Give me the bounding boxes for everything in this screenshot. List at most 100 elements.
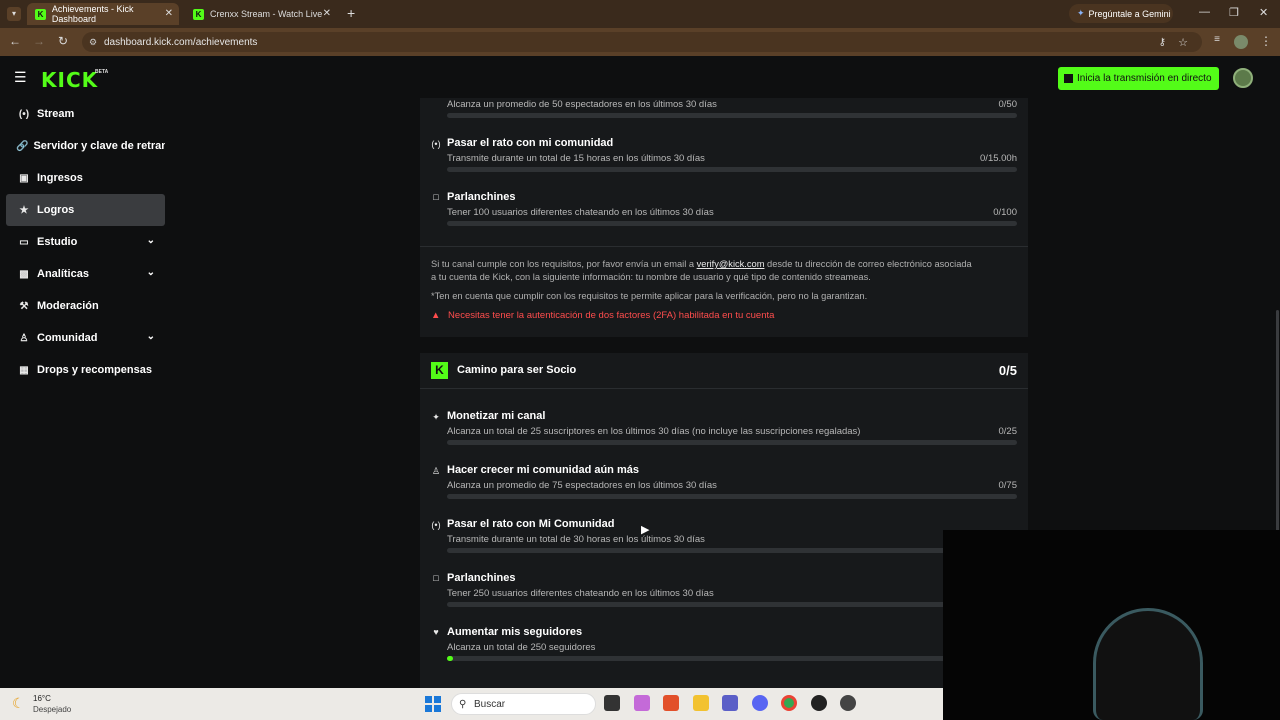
playlist-icon[interactable]: ≡ bbox=[1209, 34, 1225, 45]
sparkle-icon: ✦ bbox=[432, 412, 440, 422]
browser-tab-achievements[interactable]: K Achievements - Kick Dashboard ✕ bbox=[27, 3, 179, 25]
tab-title: Crenxx Stream - Watch Live on bbox=[210, 9, 322, 19]
mouse-cursor-icon: ▶ bbox=[641, 524, 650, 536]
sidebar-item-income[interactable]: ▣ Ingresos bbox=[6, 162, 165, 194]
back-icon[interactable]: ← bbox=[7, 34, 23, 48]
requirement-title: Monetizar mi canal bbox=[447, 410, 546, 422]
gemini-button[interactable]: ✦ Pregúntale a Gemini bbox=[1069, 4, 1173, 23]
sidebar-item-server-key[interactable]: 🔗 Servidor y clave de retrans bbox=[6, 130, 165, 162]
kick-favicon-icon: K bbox=[35, 8, 46, 20]
webcam-overlay bbox=[943, 530, 1280, 720]
requirement-value: 0/25 bbox=[998, 426, 1018, 437]
windows-start-icon[interactable] bbox=[425, 696, 441, 712]
chevron-down-icon[interactable]: ⌄ bbox=[147, 235, 155, 246]
hamburger-menu-icon[interactable]: ☰ bbox=[14, 69, 27, 86]
restore-icon[interactable]: ❐ bbox=[1229, 6, 1239, 19]
weather-moon-icon[interactable]: ☾ bbox=[12, 695, 25, 712]
browser-menu-icon[interactable]: ⋮ bbox=[1258, 34, 1274, 48]
requirement-description: Alcanza un promedio de 75 espectadores e… bbox=[447, 480, 717, 491]
weather-temp[interactable]: 16°C bbox=[33, 694, 51, 703]
weather-condition[interactable]: Despejado bbox=[33, 705, 71, 714]
forward-icon[interactable]: → bbox=[31, 34, 47, 48]
search-placeholder: Buscar bbox=[474, 698, 506, 710]
gift-icon: ▦ bbox=[19, 364, 29, 376]
twofa-warning: ▲ Necesitas tener la autenticación de do… bbox=[431, 310, 774, 321]
obs-icon[interactable] bbox=[811, 695, 827, 711]
profile-avatar[interactable] bbox=[1234, 35, 1248, 49]
note-text: desde tu dirección de correo electrónico… bbox=[767, 259, 972, 269]
community-icon: ♙ bbox=[19, 332, 29, 344]
password-key-icon[interactable]: ⚷ bbox=[1159, 37, 1166, 48]
requirement-description: Transmite durante un total de 15 horas e… bbox=[447, 153, 705, 164]
new-tab-button[interactable]: + bbox=[347, 5, 355, 21]
kick-badge-icon: K bbox=[431, 362, 448, 379]
divider bbox=[420, 246, 1028, 247]
site-info-icon[interactable]: ⚙ bbox=[89, 37, 97, 48]
minimize-icon[interactable]: — bbox=[1199, 6, 1210, 18]
sidebar-item-moderation[interactable]: ⚒ Moderación bbox=[6, 290, 165, 322]
bookmark-star-icon[interactable]: ☆ bbox=[1178, 36, 1188, 49]
broadcast-icon: (•) bbox=[431, 139, 441, 149]
progress-bar bbox=[447, 494, 1017, 499]
sidebar-item-stream[interactable]: (•) Stream bbox=[6, 98, 165, 130]
community-icon: ♙ bbox=[431, 466, 441, 476]
warning-text: Necesitas tener la autenticación de dos … bbox=[448, 310, 775, 321]
progress-bar bbox=[447, 656, 1017, 661]
requirement-description: Alcanza un total de 250 seguidores bbox=[447, 642, 596, 653]
warning-icon: ▲ bbox=[431, 310, 441, 321]
progress-bar bbox=[447, 548, 1017, 553]
browser-tab-stream[interactable]: K Crenxx Stream - Watch Live on ✕ bbox=[185, 3, 337, 25]
sidebar-item-studio[interactable]: ▭ Estudio ⌄ bbox=[6, 226, 165, 258]
go-live-button[interactable]: Inicia la transmisión en directo bbox=[1058, 67, 1219, 90]
file-explorer-icon[interactable] bbox=[693, 695, 709, 711]
close-tab-icon[interactable]: ✕ bbox=[165, 8, 173, 19]
verify-email-link[interactable]: verify@kick.com bbox=[697, 259, 765, 269]
progress-bar bbox=[447, 221, 1017, 226]
sidebar-item-label: Comunidad bbox=[37, 332, 98, 344]
requirement-title: Parlanchines bbox=[447, 572, 516, 584]
user-avatar[interactable] bbox=[1233, 68, 1253, 88]
sidebar-item-achievements[interactable]: ★ Logros bbox=[6, 194, 165, 226]
requirement-description: Alcanza un total de 25 suscriptores en l… bbox=[447, 426, 861, 437]
kick-logo[interactable]: KICK bbox=[41, 68, 98, 92]
progress-fill bbox=[447, 656, 453, 661]
sidebar-item-label: Ingresos bbox=[37, 172, 83, 184]
chevron-down-icon[interactable]: ⌄ bbox=[147, 267, 155, 278]
chrome-icon[interactable] bbox=[781, 695, 797, 711]
requirement-title: Parlanchines bbox=[447, 191, 516, 203]
steam-icon[interactable] bbox=[840, 695, 856, 711]
verification-disclaimer: *Ten en cuenta que cumplir con los requi… bbox=[431, 291, 868, 301]
requirement-title: Aumentar mis seguidores bbox=[447, 626, 583, 638]
teams-icon[interactable] bbox=[722, 695, 738, 711]
sidebar-item-community[interactable]: ♙ Comunidad ⌄ bbox=[6, 322, 165, 354]
url-text: dashboard.kick.com/achievements bbox=[104, 36, 258, 48]
address-bar[interactable]: ⚙ dashboard.kick.com/achievements ⚷ ☆ bbox=[82, 32, 1202, 52]
requirement-value: 0/50 bbox=[998, 99, 1018, 110]
requirement-title: Pasar el rato con Mi Comunidad bbox=[447, 518, 615, 530]
sidebar-item-drops[interactable]: ▦ Drops y recompensas bbox=[6, 354, 165, 386]
requirement-value: 0/100 bbox=[993, 207, 1017, 218]
broadcast-icon: (•) bbox=[18, 108, 30, 120]
tab-list-chevron-icon[interactable]: ▾ bbox=[7, 7, 21, 21]
requirement-description: Transmite durante un total de 30 horas e… bbox=[447, 534, 705, 545]
close-window-icon[interactable]: ✕ bbox=[1259, 6, 1268, 19]
copilot-icon[interactable] bbox=[634, 695, 650, 711]
kick-favicon-icon: K bbox=[193, 8, 204, 20]
sidebar-item-label: Servidor y clave de retrans bbox=[33, 140, 165, 152]
discord-icon[interactable] bbox=[752, 695, 768, 711]
tab-title: Achievements - Kick Dashboard bbox=[51, 4, 134, 24]
taskbar-search[interactable]: ⚲ Buscar bbox=[451, 693, 596, 715]
chat-icon: □ bbox=[433, 192, 439, 202]
sidebar-item-analytics[interactable]: ▩ Analíticas ⌄ bbox=[6, 258, 165, 290]
app-header: ☰ KICK BETA Inicia la transmisión en dir… bbox=[0, 56, 1280, 98]
requirement-title: Hacer crecer mi comunidad aún más bbox=[447, 464, 639, 476]
task-view-icon[interactable] bbox=[604, 695, 620, 711]
close-tab-icon[interactable]: ✕ bbox=[323, 8, 331, 19]
requirement-description: Alcanza un promedio de 50 espectadores e… bbox=[447, 99, 717, 110]
reload-icon[interactable]: ↻ bbox=[55, 34, 71, 48]
page-scrollbar[interactable] bbox=[1276, 310, 1279, 550]
sidebar-item-label: Estudio bbox=[37, 236, 78, 248]
brave-browser-icon[interactable] bbox=[663, 695, 679, 711]
chevron-down-icon[interactable]: ⌄ bbox=[147, 331, 155, 342]
monitor-icon: ▭ bbox=[19, 236, 29, 248]
